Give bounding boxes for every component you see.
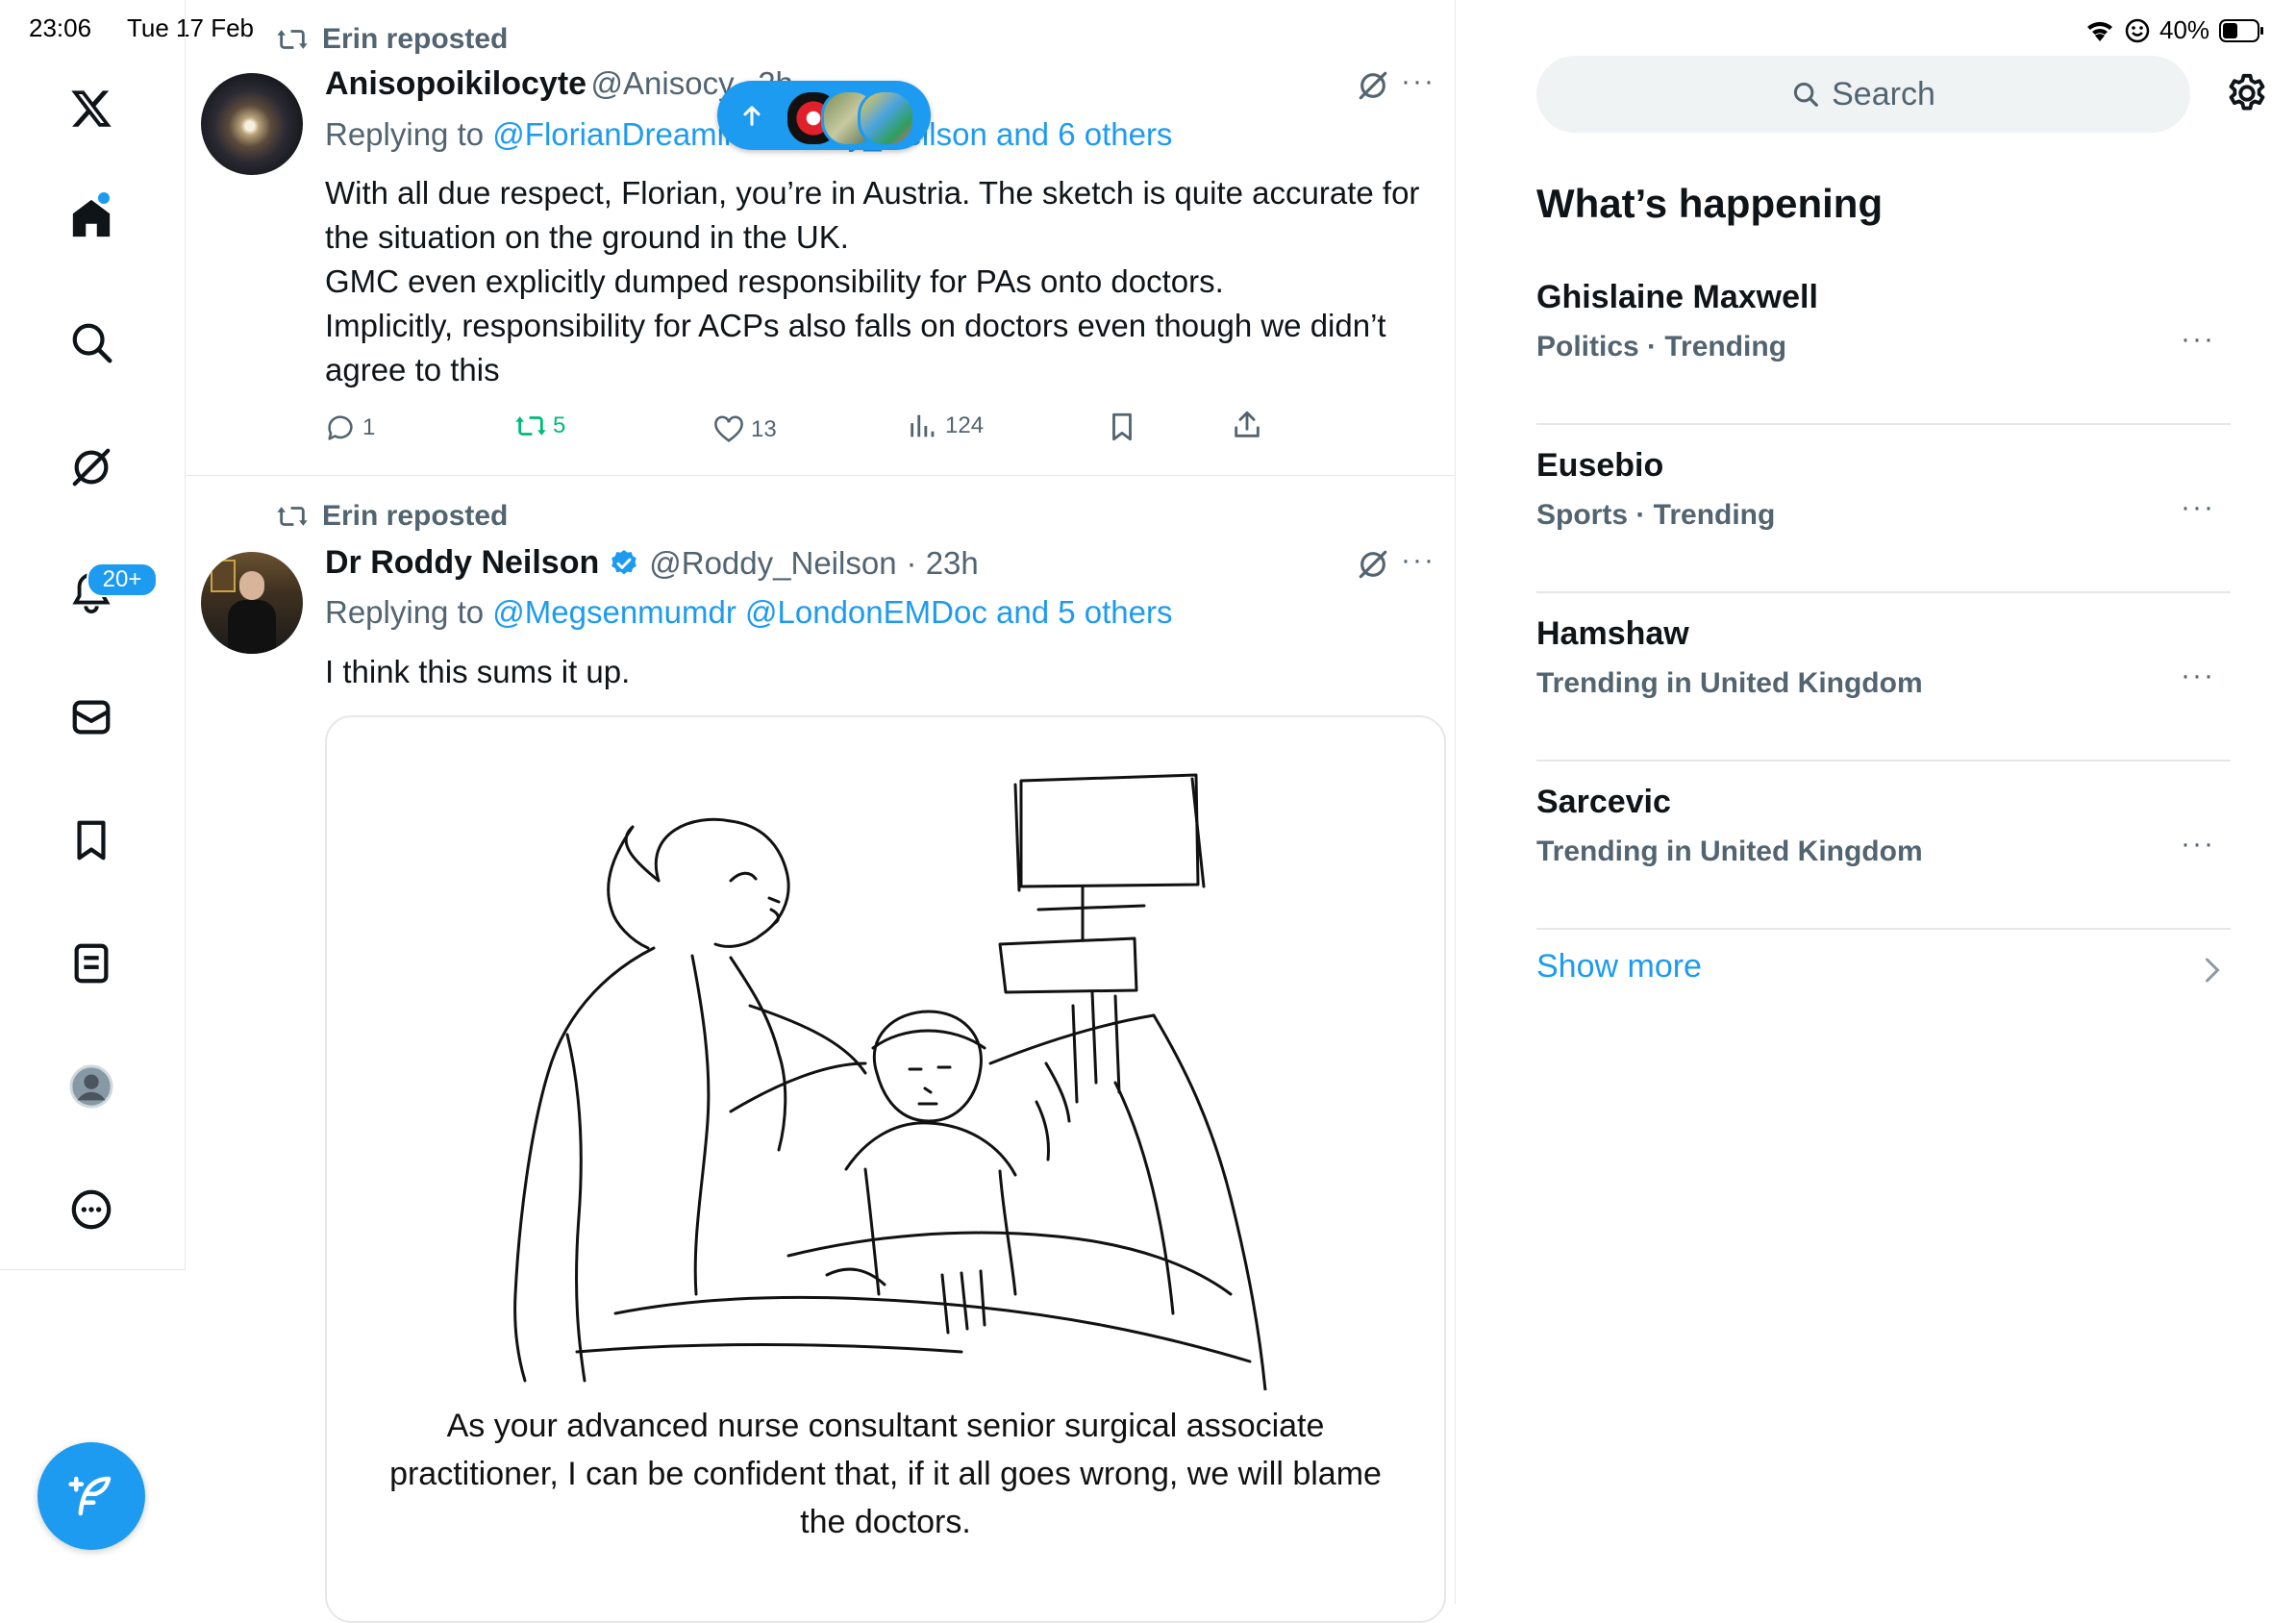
trend-name: Eusebio [1536,447,1664,484]
repost-icon [515,416,546,436]
trend-name: Sarcevic [1536,784,1671,820]
heart-icon [714,415,743,442]
trend-item[interactable]: Eusebio Sports · Trending ··· [1536,424,2231,593]
verified-badge-icon [611,549,637,574]
grok-icon[interactable] [1357,548,1389,586]
trend-name: Hamshaw [1536,615,1689,652]
search-icon[interactable] [62,312,121,372]
timeline: Erin reposted Anisopoikilocyte @Anisocy … [186,0,1456,1623]
trend-more-icon[interactable]: ··· [2181,491,2215,524]
trend-item[interactable]: Hamshaw Trending in United Kingdom ··· [1536,592,2231,762]
tweet[interactable]: Erin reposted Anisopoikilocyte @Anisocy … [186,0,1455,476]
right-sidebar: Search What’s happening Ghislaine Maxwel… [1456,0,2296,1604]
trend-meta: Politics · Trending [1536,331,1787,362]
grok-icon[interactable] [62,437,121,497]
repost-indicator: Erin reposted [276,23,508,56]
like-count: 13 [751,416,777,442]
author-handle[interactable]: @Anisocy [591,65,735,101]
tweet-more-icon[interactable]: ··· [1401,544,1435,577]
pill-avatar [858,89,915,147]
chevron-right-icon [2206,958,2220,983]
lists-icon[interactable] [62,934,121,993]
tweet-text: I think this sums it up. [325,654,631,689]
profile-icon[interactable] [62,1057,121,1116]
replying-to-users[interactable]: @Megsenmumdr @LondonEMDoc and 5 others [492,594,1172,630]
replying-prefix: Replying to [325,116,485,152]
repost-label: Erin reposted [322,23,509,55]
trend-meta: Trending in United Kingdom [1536,667,1923,699]
bookmark-button[interactable] [1106,411,1138,443]
trend-more-icon[interactable]: ··· [2181,828,2215,861]
like-button[interactable]: 13 [712,413,777,446]
avatar[interactable] [201,552,303,654]
repost-icon [277,507,308,526]
trend-more-icon[interactable]: ··· [2181,323,2215,356]
x-logo-icon[interactable] [62,79,121,138]
sketch-illustration [513,773,1267,1390]
views-icon [911,414,935,437]
trend-name: Ghislaine Maxwell [1536,279,1818,315]
tweet[interactable]: Erin reposted Dr Roddy Neilson @Roddy_Ne… [186,477,1455,1623]
trend-meta: Sports · Trending [1536,499,1776,531]
new-posts-pill[interactable] [717,81,931,150]
author-handle[interactable]: @Roddy_Neilson [649,545,896,582]
replying-to: Replying to @Megsenmumdr @LondonEMDoc an… [325,594,1172,631]
section-title: What’s happening [1536,181,1884,226]
trend-meta: Trending in United Kingdom [1536,836,1923,867]
tweet-header: Dr Roddy Neilson @Roddy_Neilson · 23h [325,544,979,582]
messages-icon[interactable] [62,687,121,747]
tweet-image[interactable]: As your advanced nurse consultant senior… [325,715,1446,1623]
search-input[interactable]: Search [1536,56,2190,133]
share-icon [1235,411,1260,437]
views-button[interactable]: 124 [907,410,984,442]
reply-icon [328,415,353,440]
trend-more-icon[interactable]: ··· [2181,660,2215,692]
repost-label: Erin reposted [322,500,509,532]
tweet-text: With all due respect, Florian, you’re in… [325,175,1420,387]
search-icon [1794,82,1818,107]
repost-indicator: Erin reposted [276,500,508,533]
show-more-link[interactable]: Show more [1536,948,2231,996]
show-more-label: Show more [1536,948,1702,985]
avatar-body [228,600,276,654]
trend-item[interactable]: Ghislaine Maxwell Politics · Trending ··… [1536,256,2231,425]
search-placeholder: Search [1832,75,1935,112]
author-name[interactable]: Dr Roddy Neilson [325,544,599,582]
bookmarks-icon[interactable] [62,811,121,870]
notifications-badge: 20+ [87,562,158,597]
repost-icon [277,30,308,49]
settings-gear-icon[interactable] [2225,71,2269,120]
tweet-more-icon[interactable]: ··· [1401,65,1435,98]
trend-item[interactable]: Sarcevic Trending in United Kingdom ··· [1536,761,2231,930]
more-icon[interactable] [62,1180,121,1239]
compose-feather-icon [68,1476,112,1516]
replying-prefix: Replying to [325,594,485,630]
arrow-up-icon [743,106,761,126]
avatar-face [239,571,264,600]
repost-button[interactable]: 5 [514,410,565,442]
reply-button[interactable]: 1 [324,412,375,444]
compose-button[interactable] [37,1442,145,1550]
grok-icon[interactable] [1357,69,1389,107]
bookmark-icon [1112,412,1132,441]
image-caption: As your advanced nurse consultant senior… [389,1408,1382,1540]
reply-count: 1 [362,414,376,440]
home-icon[interactable] [62,188,121,248]
avatar-frame [211,560,236,592]
author-name[interactable]: Anisopoikilocyte [325,65,586,102]
share-button[interactable] [1231,409,1263,441]
sidebar-nav: 20+ [0,0,186,1270]
repost-count: 5 [553,412,566,438]
avatar[interactable] [201,73,303,175]
home-unread-dot [98,192,110,204]
view-count: 124 [945,412,985,438]
tweet-time[interactable]: · 23h [907,545,979,582]
